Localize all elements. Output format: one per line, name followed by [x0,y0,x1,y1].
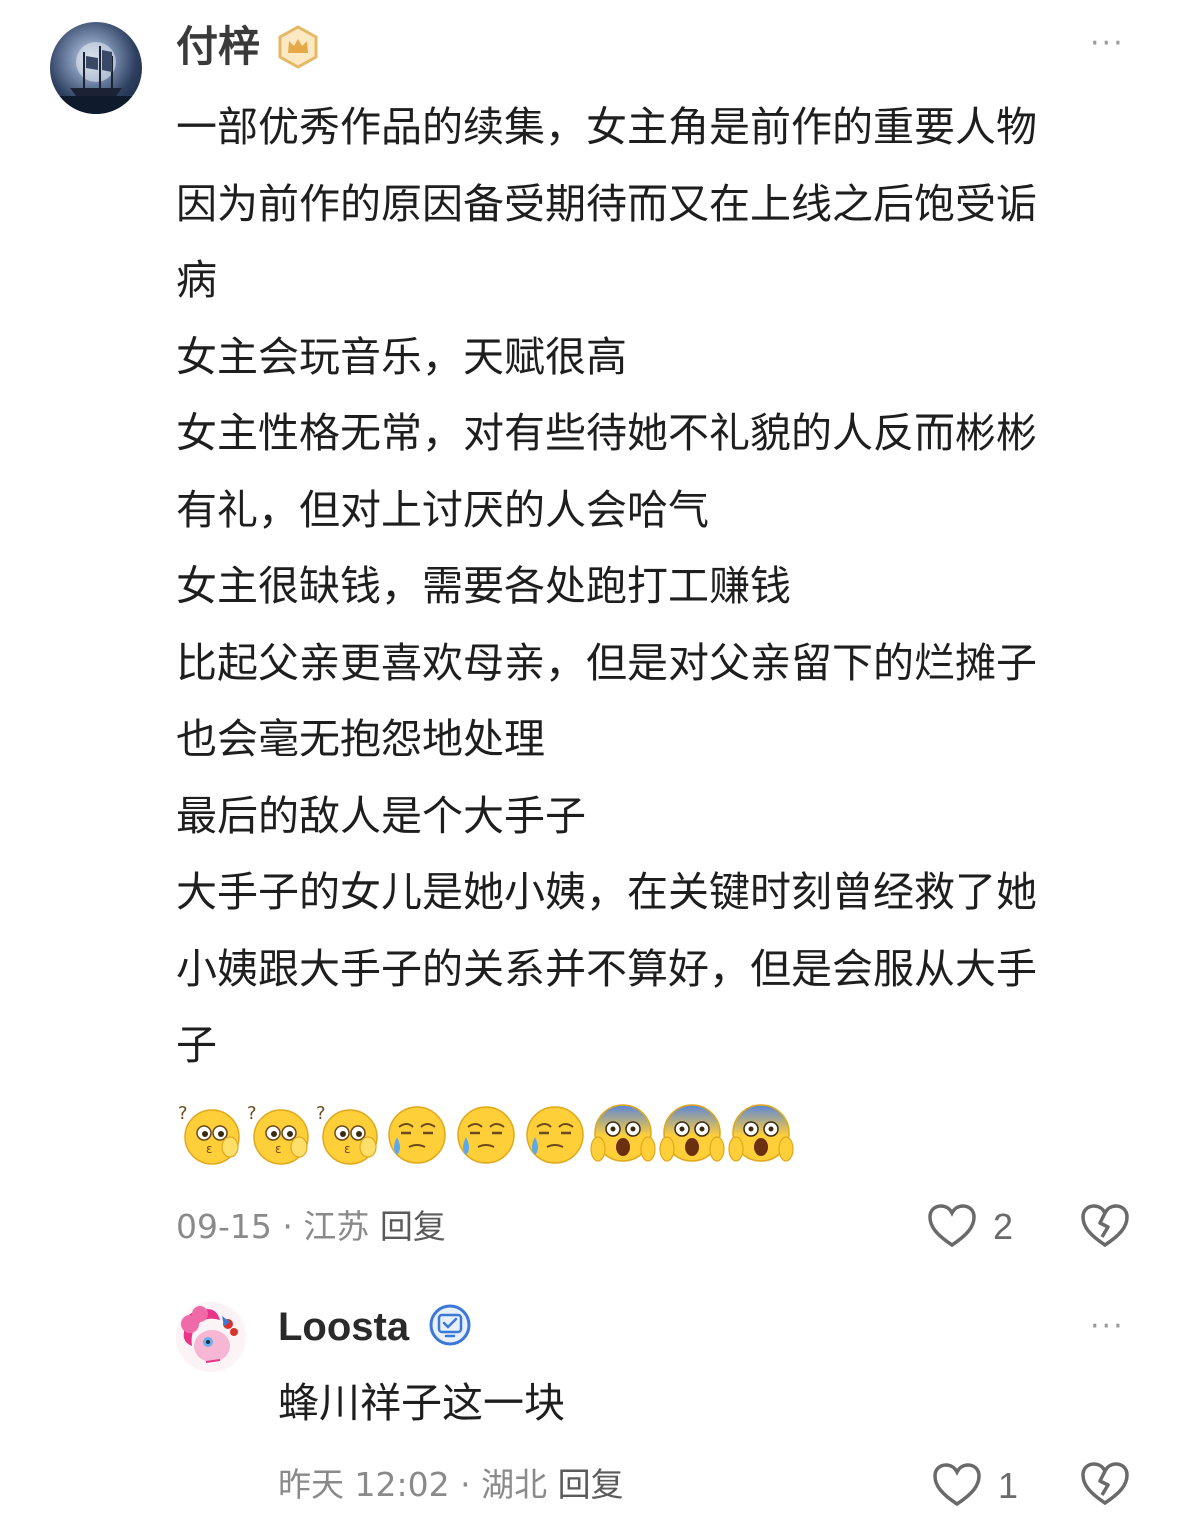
comment-text: 一部优秀作品的续集，女主角是前作的重要人物 因为前作的原因备受期待而又在上线之后… [176,89,1116,1084]
like-button[interactable] [927,1203,977,1249]
pony-avatar-image [176,1302,246,1372]
confused-emoji-icon: ? ε [316,1103,378,1165]
text-line: 一部优秀作品的续集，女主角是前作的重要人物 [176,103,1037,151]
dislike-button[interactable] [1080,1459,1130,1509]
text-line: 最后的敌人是个大手子 [176,791,586,840]
ship-avatar-image [50,42,142,114]
screaming-emoji-icon [590,1104,656,1162]
like-count: 2 [993,1206,1014,1247]
svg-text:?: ? [178,1103,188,1124]
heart-icon [928,1204,976,1248]
text-line: 也会毫无抱怨地处理 [176,715,545,763]
svg-text:?: ? [247,1103,257,1124]
emoji-row: ? ε ? ε ? ε [176,1101,797,1167]
more-options-icon[interactable]: ··· [1090,1312,1125,1342]
text-line: 大手子的女儿是她小姨，在关键时刻曾经救了她 [176,868,1037,916]
text-line: 女主性格无常，对有些待她不礼貌的人反而彬彬 [176,409,1037,457]
comment-item: 付梓 ··· 一部优秀作品的续集，女主角是前作的重要人物 因为前作的原因备受期待… [0,0,1179,1275]
text-line: 有礼，但对上讨厌的人会哈气 [176,485,709,534]
text-line: 比起父亲更喜欢母亲，但是对父亲留下的烂摊子 [176,638,1037,687]
svg-text:ε: ε [344,1142,351,1156]
verified-badge-icon [428,1303,472,1347]
username[interactable]: 付梓 [176,20,260,74]
comment-date: 昨天 12:02 [278,1465,450,1504]
heart-icon [933,1463,981,1507]
text-line: 子 [176,1021,217,1069]
text-line: 女主很缺钱，需要各处跑打工赚钱 [176,562,791,610]
avatar[interactable] [176,1302,246,1372]
svg-text:ε: ε [275,1142,282,1156]
screaming-emoji-icon [728,1104,794,1162]
text-line: 女主会玩音乐，天赋很高 [176,332,627,381]
meta-separator: · [282,1207,293,1246]
comment-meta: 09-15 · 江苏 回复 [176,1207,446,1247]
meta-separator: · [460,1465,471,1504]
crying-emoji-icon [457,1106,515,1164]
comment-text: 蜂川祥子这一块 [278,1365,1179,1442]
crying-emoji-icon [526,1106,584,1164]
broken-heart-icon [1081,1204,1129,1248]
like-button[interactable] [932,1462,982,1508]
screaming-emoji-icon [659,1104,725,1162]
comment-location: 江苏 [303,1207,370,1246]
confused-emoji-icon: ? ε [178,1103,240,1165]
broken-heart-icon [1081,1462,1129,1506]
crown-badge-icon [276,25,320,69]
reply-button[interactable]: 回复 [558,1465,624,1504]
comment-meta: 昨天 12:02 · 湖北 回复 [278,1465,624,1505]
text-line: 小姨跟大手子的关系并不算好，但是会服从大手 [176,944,1037,993]
confused-emoji-icon: ? ε [247,1103,309,1165]
reply-comment-item: Loosta ··· 蜂川祥子这一块 昨天 12:02 · 湖北 回复 1 [0,1285,1179,1531]
reply-button[interactable]: 回复 [380,1207,446,1246]
svg-text:?: ? [316,1103,326,1124]
svg-text:ε: ε [206,1142,213,1156]
text-line: 因为前作的原因备受期待而又在上线之后饱受诟 [176,179,1037,228]
username[interactable]: Loosta [278,1301,409,1353]
comment-date: 09-15 [176,1207,272,1246]
like-count: 1 [998,1465,1019,1506]
avatar[interactable] [50,22,142,114]
text-line: 蜂川祥子这一块 [278,1379,565,1427]
comment-location: 湖北 [481,1465,548,1504]
text-line: 病 [176,256,217,304]
dislike-button[interactable] [1080,1201,1130,1251]
crying-emoji-icon [388,1106,446,1164]
more-options-icon[interactable]: ··· [1090,29,1125,59]
